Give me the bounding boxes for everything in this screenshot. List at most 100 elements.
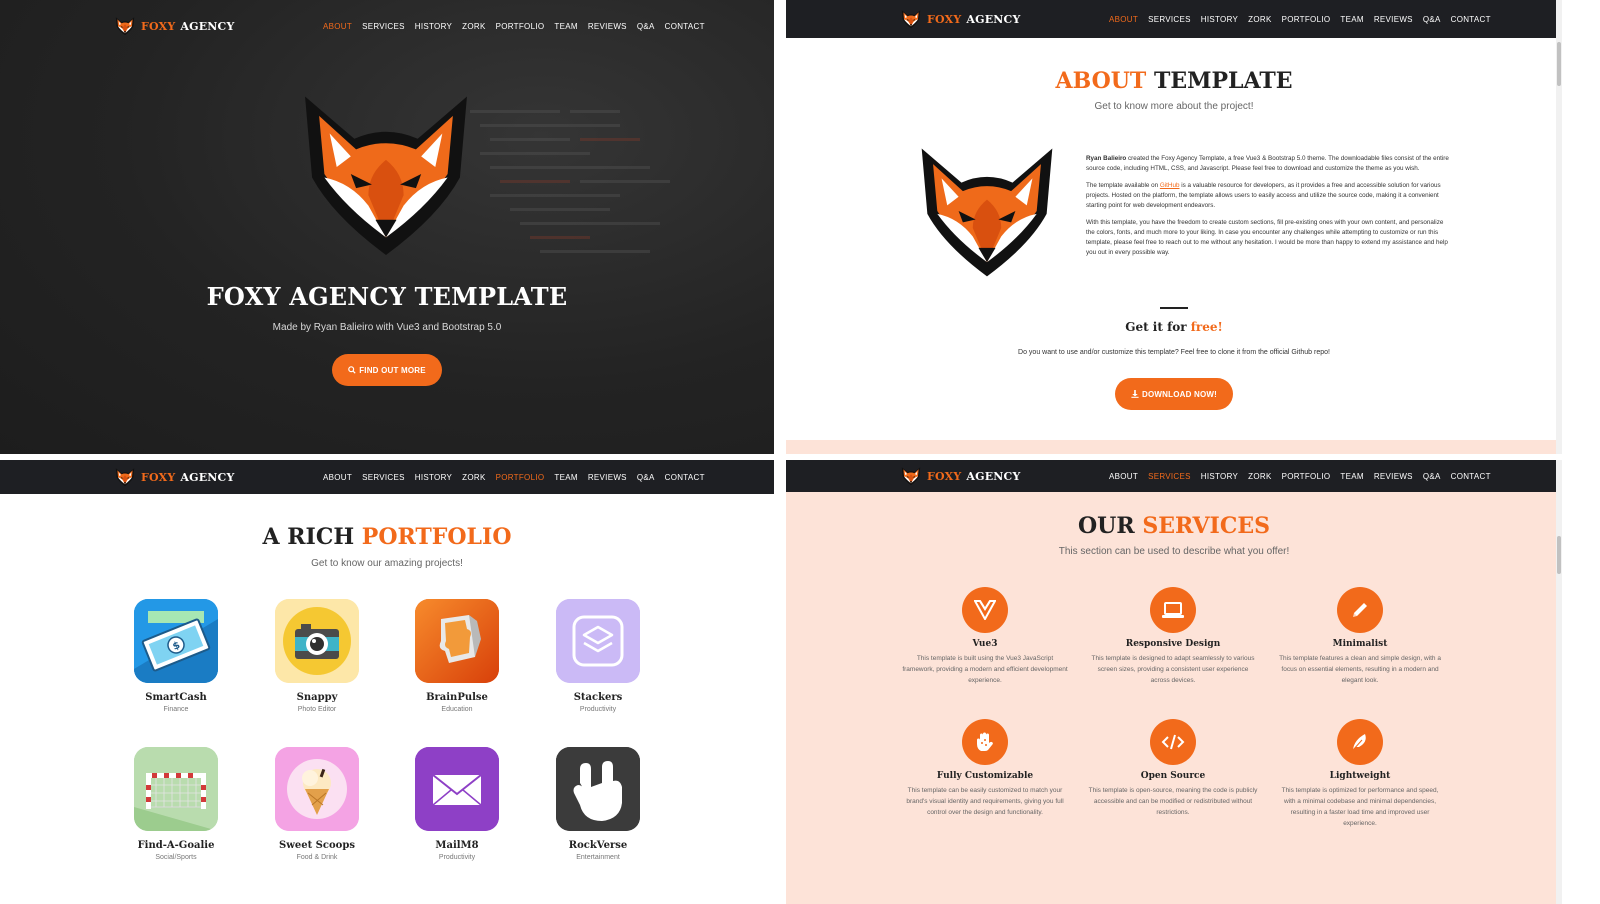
laptop-icon — [1150, 587, 1196, 633]
find-out-more-button[interactable]: FIND OUT MORE — [332, 354, 442, 386]
service-description: This template features a clean and simpl… — [1279, 655, 1441, 684]
services-title-highlight: SERVICES — [1142, 513, 1270, 539]
fox-logo-icon — [114, 467, 136, 487]
nav-services[interactable]: SERVICES — [362, 22, 405, 31]
services-title: OUR SERVICES — [786, 513, 1562, 539]
brand-part1: FOXY — [141, 19, 176, 33]
brand-logo[interactable]: FOXY AGENCY — [900, 9, 1021, 29]
fox-logo-large-icon — [296, 86, 476, 262]
portfolio-item-snappy[interactable]: Snappy Photo Editor — [257, 599, 377, 713]
nav-team[interactable]: TEAM — [554, 473, 577, 482]
nav-about[interactable]: ABOUT — [323, 22, 352, 31]
about-subtitle: Get to know more about the project! — [1094, 101, 1254, 112]
scrollbar-thumb[interactable] — [1557, 42, 1561, 86]
nav-team[interactable]: TEAM — [1340, 472, 1363, 481]
nav-services[interactable]: SERVICES — [1148, 472, 1191, 481]
nav-links: ABOUT SERVICES HISTORY ZORK PORTFOLIO TE… — [1109, 15, 1491, 24]
nav-zork[interactable]: ZORK — [1248, 472, 1271, 481]
portfolio-item-category: Productivity — [438, 854, 476, 861]
find-out-more-label: FIND OUT MORE — [359, 365, 426, 375]
scrollbar-track[interactable] — [1556, 0, 1562, 454]
nav-qa[interactable]: Q&A — [637, 473, 655, 482]
portfolio-item-name: Stackers — [573, 692, 623, 703]
nav-contact[interactable]: CONTACT — [665, 22, 705, 31]
portfolio-item-name: Snappy — [296, 692, 338, 703]
portfolio-item-smartcash[interactable]: $ SmartCash Finance — [116, 599, 236, 713]
nav-portfolio[interactable]: PORTFOLIO — [1282, 472, 1331, 481]
nav-services[interactable]: SERVICES — [1148, 15, 1191, 24]
ice-cream-icon — [275, 747, 359, 831]
rock-hand-icon — [556, 747, 640, 831]
nav-portfolio[interactable]: PORTFOLIO — [1282, 15, 1331, 24]
nav-zork[interactable]: ZORK — [462, 22, 485, 31]
portfolio-item-find-a-goalie[interactable]: Find-A-Goalie Social/Sports — [116, 747, 236, 861]
nav-history[interactable]: HISTORY — [1201, 472, 1238, 481]
fox-logo-icon — [900, 9, 922, 29]
brand-part1: FOXY — [927, 12, 962, 26]
navbar: FOXY AGENCY ABOUT SERVICES HISTORY ZORK … — [786, 460, 1562, 492]
brand-logo[interactable]: FOXY AGENCY — [114, 16, 235, 36]
portfolio-item-category: Productivity — [579, 706, 617, 713]
nav-links: ABOUT SERVICES HISTORY ZORK PORTFOLIO TE… — [323, 22, 705, 31]
download-now-button[interactable]: DOWNLOAD NOW! — [1115, 378, 1233, 410]
nav-about[interactable]: ABOUT — [1109, 472, 1138, 481]
scrollbar-track[interactable] — [1556, 460, 1562, 904]
nav-about[interactable]: ABOUT — [1109, 15, 1138, 24]
github-link[interactable]: GitHub — [1160, 182, 1180, 189]
portfolio-item-name: Sweet Scoops — [279, 840, 355, 851]
nav-history[interactable]: HISTORY — [1201, 15, 1238, 24]
nav-contact[interactable]: CONTACT — [1451, 15, 1491, 24]
service-description: This template is built using the Vue3 Ja… — [902, 655, 1068, 684]
nav-links: ABOUT SERVICES HISTORY ZORK PORTFOLIO TE… — [1109, 472, 1491, 481]
nav-portfolio[interactable]: PORTFOLIO — [496, 473, 545, 482]
service-vue3: Vue3 This template is built using the Vu… — [900, 587, 1070, 686]
nav-history[interactable]: HISTORY — [415, 22, 452, 31]
service-fully-customizable: Fully Customizable This template can be … — [900, 719, 1070, 818]
nav-reviews[interactable]: REVIEWS — [588, 473, 627, 482]
nav-reviews[interactable]: REVIEWS — [1374, 472, 1413, 481]
nav-qa[interactable]: Q&A — [1423, 15, 1441, 24]
about-p2-pre: The template available on — [1086, 182, 1159, 189]
portfolio-item-sweet-scoops[interactable]: Sweet Scoops Food & Drink — [257, 747, 377, 861]
scrollbar-thumb[interactable] — [1557, 536, 1561, 574]
section-divider-rule — [1160, 307, 1188, 309]
nav-contact[interactable]: CONTACT — [1451, 472, 1491, 481]
about-p1-text: created the Foxy Agency Template, a free… — [1086, 155, 1449, 172]
portfolio-item-mailm8[interactable]: MailM8 Productivity — [397, 747, 517, 861]
brand-logo[interactable]: FOXY AGENCY — [900, 466, 1021, 486]
nav-contact[interactable]: CONTACT — [665, 473, 705, 482]
nav-qa[interactable]: Q&A — [1423, 472, 1441, 481]
hand-sparkles-icon — [962, 719, 1008, 765]
brand-part2: AGENCY — [966, 12, 1021, 26]
nav-reviews[interactable]: REVIEWS — [588, 22, 627, 31]
services-subtitle: This section can be used to describe wha… — [1058, 546, 1290, 557]
portfolio-item-stackers[interactable]: Stackers Productivity — [538, 599, 658, 713]
portfolio-item-name: BrainPulse — [426, 692, 488, 703]
brand-part1: FOXY — [141, 470, 176, 484]
free-subtitle: Do you want to use and/or customize this… — [1018, 349, 1330, 356]
service-description: This template is optimized for performan… — [1281, 787, 1439, 827]
nav-team[interactable]: TEAM — [1340, 15, 1363, 24]
portfolio-item-category: Food & Drink — [296, 854, 338, 861]
nav-zork[interactable]: ZORK — [462, 473, 485, 482]
nav-services[interactable]: SERVICES — [362, 473, 405, 482]
hero-title: FOXY AGENCY TEMPLATE — [206, 282, 568, 311]
nav-about[interactable]: ABOUT — [323, 473, 352, 482]
brand-logo[interactable]: FOXY AGENCY — [114, 467, 235, 487]
portfolio-item-name: MailM8 — [435, 840, 479, 851]
nav-history[interactable]: HISTORY — [415, 473, 452, 482]
portfolio-item-category: Finance — [163, 706, 189, 713]
portfolio-item-brainpulse[interactable]: BrainPulse Education — [397, 599, 517, 713]
services-section: FOXY AGENCY ABOUT SERVICES HISTORY ZORK … — [786, 460, 1562, 904]
portfolio-item-name: Find-A-Goalie — [137, 840, 215, 851]
nav-qa[interactable]: Q&A — [637, 22, 655, 31]
nav-portfolio[interactable]: PORTFOLIO — [496, 22, 545, 31]
service-name: Open Source — [1140, 771, 1206, 781]
nav-reviews[interactable]: REVIEWS — [1374, 15, 1413, 24]
stack-icon — [556, 599, 640, 683]
portfolio-item-rockverse[interactable]: RockVerse Entertainment — [538, 747, 658, 861]
service-minimalist: Minimalist This template features a clea… — [1275, 587, 1445, 686]
nav-team[interactable]: TEAM — [554, 22, 577, 31]
brand-part1: FOXY — [927, 469, 962, 483]
nav-zork[interactable]: ZORK — [1248, 15, 1271, 24]
